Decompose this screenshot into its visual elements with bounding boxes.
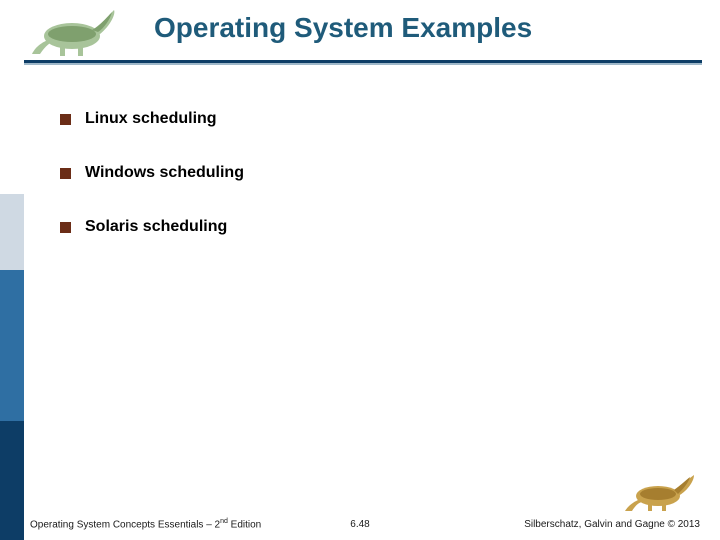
title-rule-light: [24, 63, 702, 65]
header: Operating System Examples: [24, 0, 720, 78]
sidebar-segment: [0, 270, 24, 421]
footer-book-title: Operating System Concepts Essentials – 2: [30, 519, 220, 530]
footer-left: Operating System Concepts Essentials – 2…: [30, 518, 261, 530]
bullet-square-icon: [60, 114, 71, 125]
footer-page-number: 6.48: [350, 519, 369, 530]
list-item: Solaris scheduling: [60, 218, 690, 236]
sidebar-segment: [0, 0, 24, 194]
footer-edition-suffix: Edition: [228, 519, 261, 530]
footer-edition-ordinal: nd: [220, 518, 228, 525]
sidebar-stripe: [0, 0, 24, 540]
footer-right: Silberschatz, Galvin and Gagne © 2013: [524, 519, 700, 530]
list-item: Windows scheduling: [60, 164, 690, 182]
content-area: Linux scheduling Windows scheduling Sola…: [60, 110, 690, 272]
bullet-text: Solaris scheduling: [85, 218, 227, 236]
dinosaur-right-icon: [624, 472, 698, 512]
bullet-square-icon: [60, 168, 71, 179]
slide-title: Operating System Examples: [154, 12, 532, 44]
slide: Operating System Examples Linux scheduli…: [0, 0, 720, 540]
list-item: Linux scheduling: [60, 110, 690, 128]
sidebar-segment: [0, 421, 24, 540]
bullet-text: Windows scheduling: [85, 164, 244, 182]
sidebar-segment: [0, 194, 24, 270]
bullet-square-icon: [60, 222, 71, 233]
dinosaur-left-icon: [30, 4, 120, 58]
bullet-text: Linux scheduling: [85, 110, 217, 128]
